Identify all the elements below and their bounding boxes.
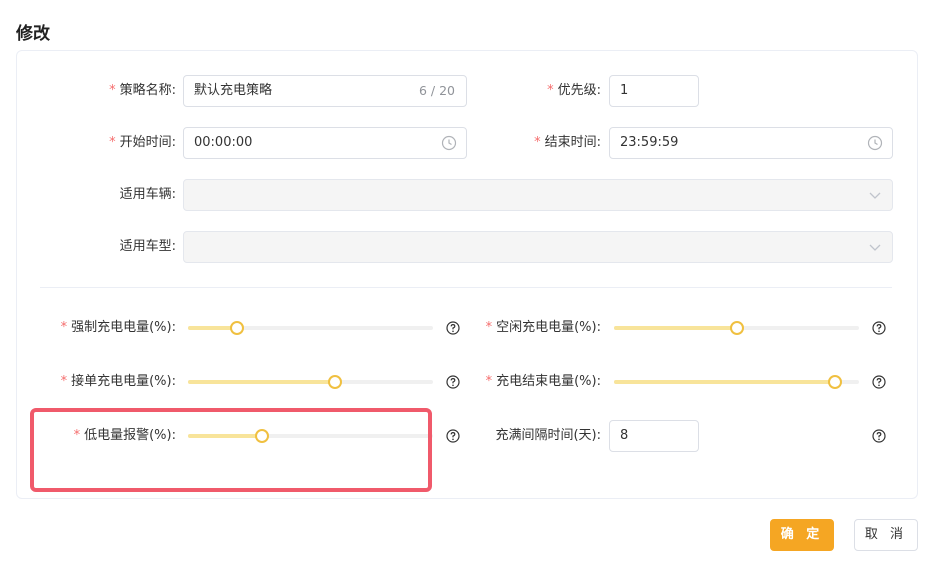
charge-end-label: * 充电结束电量(%): (485, 374, 601, 389)
chevron-down-icon (869, 192, 881, 199)
vehicle-models-select[interactable] (183, 231, 893, 263)
priority-value: 1 (620, 83, 629, 98)
question-circle-icon[interactable] (446, 429, 460, 443)
strategy-name-label: * 策略名称: (109, 83, 176, 98)
charge-end-slider[interactable] (614, 375, 859, 389)
forced-charge-label: * 强制充电电量(%): (60, 320, 176, 335)
idle-charge-label-text: 空闲充电电量(%): (496, 320, 601, 335)
idle-charge-slider[interactable] (614, 321, 859, 335)
start-time-input[interactable]: 00:00:00 (183, 127, 467, 159)
highlight-box (30, 408, 432, 492)
order-charge-label-text: 接单充电电量(%): (71, 374, 176, 389)
question-circle-icon[interactable] (872, 375, 886, 389)
end-time-input[interactable]: 23:59:59 (609, 127, 893, 159)
clock-icon (867, 135, 883, 151)
vehicles-label: 适用车辆: (119, 187, 176, 202)
end-time-value: 23:59:59 (620, 135, 679, 150)
question-circle-icon[interactable] (446, 321, 460, 335)
start-time-label: * 开始时间: (109, 135, 176, 150)
order-charge-slider[interactable] (188, 375, 433, 389)
char-counter: 6 / 20 (418, 83, 455, 98)
idle-charge-label: * 空闲充电电量(%): (485, 320, 601, 335)
strategy-name-label-text: 策略名称: (119, 83, 176, 98)
slider-handle[interactable] (230, 321, 244, 335)
end-time-label: * 结束时间: (534, 135, 601, 150)
cancel-button[interactable]: 取 消 (854, 519, 918, 551)
full-interval-value: 8 (620, 428, 629, 443)
slider-fill (188, 380, 335, 384)
forced-charge-label-text: 强制充电电量(%): (71, 320, 176, 335)
strategy-name-value: 默认充电策略 (194, 83, 273, 98)
confirm-button[interactable]: 确 定 (770, 519, 834, 551)
slider-handle[interactable] (729, 321, 744, 335)
vehicles-select[interactable] (183, 179, 893, 211)
section-divider (40, 287, 892, 288)
vehicle-models-label: 适用车型: (119, 239, 176, 254)
question-circle-icon[interactable] (446, 375, 460, 389)
start-time-label-text: 开始时间: (119, 135, 176, 150)
forced-charge-slider[interactable] (188, 321, 433, 335)
priority-label-text: 优先级: (557, 83, 601, 98)
question-circle-icon[interactable] (872, 321, 886, 335)
priority-input[interactable]: 1 (609, 75, 699, 107)
slider-handle[interactable] (328, 375, 342, 389)
strategy-name-input[interactable]: 默认充电策略 6 / 20 (183, 75, 467, 107)
order-charge-label: * 接单充电电量(%): (60, 374, 176, 389)
slider-handle[interactable] (827, 375, 842, 389)
priority-label: * 优先级: (547, 83, 601, 98)
slider-fill (614, 326, 737, 330)
chevron-down-icon (869, 244, 881, 251)
end-time-label-text: 结束时间: (544, 135, 601, 150)
page-title: 修改 (16, 24, 50, 44)
start-time-value: 00:00:00 (194, 135, 253, 150)
full-interval-label: 充满间隔时间(天): (495, 428, 601, 443)
question-circle-icon[interactable] (872, 429, 886, 443)
slider-fill (614, 380, 835, 384)
clock-icon (441, 135, 457, 151)
charge-end-label-text: 充电结束电量(%): (496, 374, 601, 389)
full-interval-input[interactable]: 8 (609, 420, 699, 452)
